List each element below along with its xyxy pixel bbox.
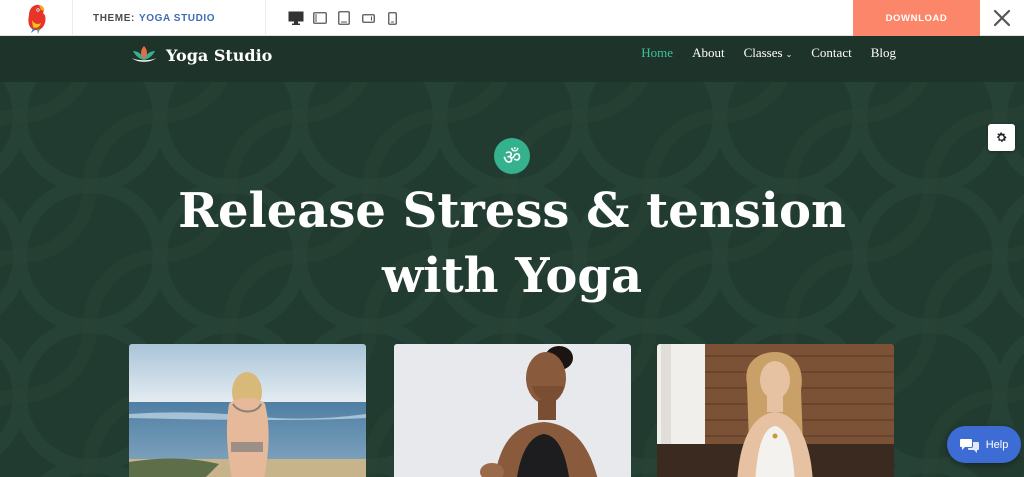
nav-home[interactable]: Home [641, 45, 673, 61]
chat-icon [959, 438, 979, 453]
nav-classes[interactable]: Classes ⌄ [744, 45, 793, 61]
device-switcher [284, 0, 404, 36]
tablet-landscape-icon [313, 12, 327, 24]
mobile-landscape-icon [361, 13, 375, 23]
mobile-landscape-view-button[interactable] [356, 0, 380, 36]
nav-about[interactable]: About [692, 45, 725, 61]
chevron-down-icon: ⌄ [785, 50, 793, 59]
close-button[interactable] [980, 0, 1024, 36]
tablet-portrait-icon [338, 11, 350, 25]
mobile-portrait-view-button[interactable] [380, 0, 404, 36]
nav-contact[interactable]: Contact [811, 45, 851, 61]
lotus-icon [132, 46, 156, 62]
theme-label-prefix: THEME: [93, 12, 135, 24]
customize-button[interactable] [988, 124, 1015, 151]
help-label: Help [985, 438, 1009, 451]
help-button[interactable]: Help [947, 426, 1021, 463]
mobile-portrait-icon [387, 11, 397, 25]
yoga-meditation-photo [394, 344, 631, 477]
theme-name: YOGA STUDIO [138, 12, 216, 24]
class-card-meditation[interactable] [394, 344, 631, 477]
nav-classes-label: Classes [743, 45, 783, 60]
site-brand[interactable]: Yoga Studio [130, 40, 272, 70]
class-card-beach[interactable] [129, 344, 366, 477]
site-preview: Yoga Studio Home About Classes ⌄ Contact … [0, 36, 1024, 477]
brand-name: Yoga Studio [166, 45, 273, 65]
tablet-landscape-view-button[interactable] [308, 0, 332, 36]
close-icon [993, 9, 1011, 27]
yoga-studio-photo [657, 344, 894, 477]
parrot-logo[interactable] [0, 0, 73, 36]
site-nav: Yoga Studio Home About Classes ⌄ Contact … [0, 36, 1024, 82]
main-menu: Home About Classes ⌄ Contact Blog [641, 45, 896, 61]
theme-label: THEME: YOGA STUDIO [74, 0, 266, 36]
desktop-view-button[interactable] [284, 0, 308, 36]
tablet-portrait-view-button[interactable] [332, 0, 356, 36]
desktop-icon [288, 11, 304, 25]
gear-icon [997, 132, 1007, 142]
parrot-icon [28, 4, 46, 34]
om-icon: ॐ [494, 138, 530, 174]
hero-title: Release Stress & tension with Yoga [178, 183, 846, 304]
preview-toolbar: THEME: YOGA STUDIO DOWNLOAD [0, 0, 1024, 36]
yoga-beach-photo [129, 344, 366, 477]
download-button[interactable]: DOWNLOAD [853, 0, 980, 36]
class-card-studio[interactable] [657, 344, 894, 477]
nav-blog[interactable]: Blog [871, 45, 896, 61]
